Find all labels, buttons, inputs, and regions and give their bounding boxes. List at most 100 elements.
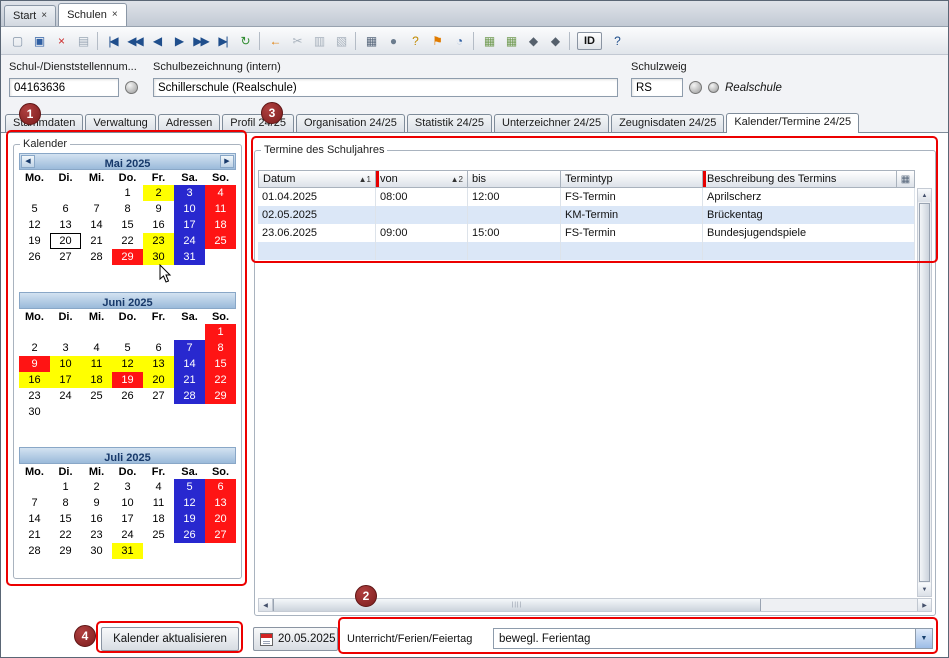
calendar-day[interactable]: 15 xyxy=(112,217,143,233)
column-config-button[interactable]: ▦ xyxy=(897,170,915,188)
first-record-icon[interactable]: |◀ xyxy=(102,30,123,51)
calendar-day[interactable]: 30 xyxy=(143,249,174,265)
scroll-right-icon[interactable]: ▶ xyxy=(917,599,931,611)
calendar-day[interactable]: 9 xyxy=(143,201,174,217)
kalender-aktualisieren-button[interactable]: Kalender aktualisieren xyxy=(101,627,239,651)
calendar-day[interactable]: 28 xyxy=(81,249,112,265)
calendar-day[interactable]: 5 xyxy=(112,340,143,356)
calendar-day[interactable]: 15 xyxy=(50,511,81,527)
calendar-day[interactable]: 22 xyxy=(205,372,236,388)
calendar-day[interactable]: 8 xyxy=(112,201,143,217)
calendar-day[interactable]: 14 xyxy=(174,356,205,372)
calendar-day[interactable]: 9 xyxy=(81,495,112,511)
table-cell[interactable]: 12:00 xyxy=(468,188,561,206)
calendar-day[interactable]: 1 xyxy=(205,324,236,340)
calendar-day[interactable]: 31 xyxy=(174,249,205,265)
calendar-day[interactable]: 19 xyxy=(19,233,50,249)
table-cell[interactable]: FS-Termin xyxy=(561,188,703,206)
column-header-bis[interactable]: bis xyxy=(468,170,561,188)
calendar-day[interactable]: 12 xyxy=(174,495,205,511)
school-name-input[interactable] xyxy=(153,78,618,97)
tab-adressen[interactable]: Adressen xyxy=(158,114,220,132)
tab-organisation-24-25[interactable]: Organisation 24/25 xyxy=(296,114,405,132)
vertical-scroll-thumb[interactable] xyxy=(919,203,930,582)
column-header-termintyp[interactable]: Termintyp xyxy=(561,170,703,188)
calendar-day[interactable]: 31 xyxy=(112,543,143,559)
calendar-day[interactable]: 20 xyxy=(143,372,174,388)
delete-icon[interactable]: × xyxy=(50,30,71,51)
calendar-day[interactable]: 9 xyxy=(19,356,50,372)
school-structure-icon-1[interactable]: ▦ xyxy=(478,30,499,51)
calendar-day[interactable]: 17 xyxy=(174,217,205,233)
calendar-day[interactable]: 18 xyxy=(205,217,236,233)
help-bubble-icon[interactable]: ? xyxy=(404,30,425,51)
table-cell[interactable]: KM-Termin xyxy=(561,206,703,224)
calendar-day[interactable]: 26 xyxy=(19,249,50,265)
calendar-day[interactable]: 13 xyxy=(50,217,81,233)
prev-month-button[interactable]: ◀ xyxy=(21,155,35,168)
calendar-day[interactable]: 25 xyxy=(81,388,112,404)
calendar-day[interactable]: 6 xyxy=(50,201,81,217)
tab-profil-24-25[interactable]: Profil 24/25 xyxy=(222,114,294,132)
megaphone-icon[interactable]: ⚑ xyxy=(426,30,447,51)
calendar-day[interactable]: 10 xyxy=(174,201,205,217)
calendar-day[interactable]: 11 xyxy=(81,356,112,372)
tab-statistik-24-25[interactable]: Statistik 24/25 xyxy=(407,114,492,132)
copy-icon[interactable]: ▥ xyxy=(308,30,329,51)
calendar-day[interactable]: 4 xyxy=(81,340,112,356)
tab-unterzeichner-24-25[interactable]: Unterzeichner 24/25 xyxy=(494,114,609,132)
school-branch-input[interactable] xyxy=(631,78,683,97)
calendar-day[interactable]: 23 xyxy=(81,527,112,543)
table-cell[interactable]: Brückentag xyxy=(703,206,915,224)
fast-next-icon[interactable]: ▶▶ xyxy=(190,30,211,51)
calendar-day[interactable]: 2 xyxy=(19,340,50,356)
calendar-day[interactable]: 4 xyxy=(143,479,174,495)
column-header-datum[interactable]: Datum▲1 xyxy=(258,170,376,188)
calendar-day[interactable]: 29 xyxy=(112,249,143,265)
scroll-left-icon[interactable]: ◀ xyxy=(259,599,273,611)
preview-icon[interactable]: ● xyxy=(382,30,403,51)
calendar-day[interactable]: 13 xyxy=(205,495,236,511)
calendar-day[interactable]: 30 xyxy=(81,543,112,559)
chevron-down-icon[interactable]: ▼ xyxy=(915,629,932,648)
calendar-day[interactable]: 22 xyxy=(50,527,81,543)
calendar-day[interactable]: 12 xyxy=(112,356,143,372)
table-cell[interactable] xyxy=(376,206,468,224)
calendar-day[interactable]: 28 xyxy=(174,388,205,404)
tab-kalender-termine-24-25[interactable]: Kalender/Termine 24/25 xyxy=(726,113,859,133)
document-tab-start[interactable]: Start× xyxy=(4,5,56,26)
next-month-button[interactable]: ▶ xyxy=(220,155,234,168)
calendar-day[interactable]: 13 xyxy=(143,356,174,372)
calendar-day[interactable]: 28 xyxy=(19,543,50,559)
calendar-day[interactable]: 29 xyxy=(205,388,236,404)
calendar-day[interactable]: 10 xyxy=(112,495,143,511)
calendar-day[interactable]: 24 xyxy=(50,388,81,404)
save-icon[interactable]: ▣ xyxy=(28,30,49,51)
tab-zeugnisdaten-24-25[interactable]: Zeugnisdaten 24/25 xyxy=(611,114,724,132)
calendar-day[interactable]: 21 xyxy=(19,527,50,543)
next-record-icon[interactable]: ▶ xyxy=(168,30,189,51)
calendar-day[interactable]: 27 xyxy=(50,249,81,265)
close-icon[interactable]: × xyxy=(41,11,47,21)
scroll-up-icon[interactable]: ▲ xyxy=(918,189,931,202)
school-number-input[interactable] xyxy=(9,78,119,97)
fast-prev-icon[interactable]: ◀◀ xyxy=(124,30,145,51)
calendar-day[interactable]: 23 xyxy=(19,388,50,404)
table-cell[interactable]: FS-Termin xyxy=(561,224,703,242)
calendar-day[interactable]: 21 xyxy=(81,233,112,249)
calendar-day[interactable]: 30 xyxy=(19,404,50,420)
calendar-day[interactable]: 14 xyxy=(81,217,112,233)
calendar-day[interactable]: 16 xyxy=(81,511,112,527)
calendar-day[interactable]: 5 xyxy=(19,201,50,217)
refresh-icon[interactable]: ↻ xyxy=(234,30,255,51)
table-cell[interactable] xyxy=(561,242,703,260)
calendar-day[interactable]: 1 xyxy=(50,479,81,495)
calendar-day[interactable]: 26 xyxy=(112,388,143,404)
scroll-down-icon[interactable]: ▼ xyxy=(918,583,931,596)
paste-icon[interactable]: ▧ xyxy=(330,30,351,51)
table-row[interactable] xyxy=(258,242,915,260)
calendar-day[interactable]: 20 xyxy=(50,233,81,249)
authority-icon-1[interactable]: ◆ xyxy=(522,30,543,51)
calendar-day[interactable]: 8 xyxy=(50,495,81,511)
calendar-day[interactable]: 19 xyxy=(174,511,205,527)
